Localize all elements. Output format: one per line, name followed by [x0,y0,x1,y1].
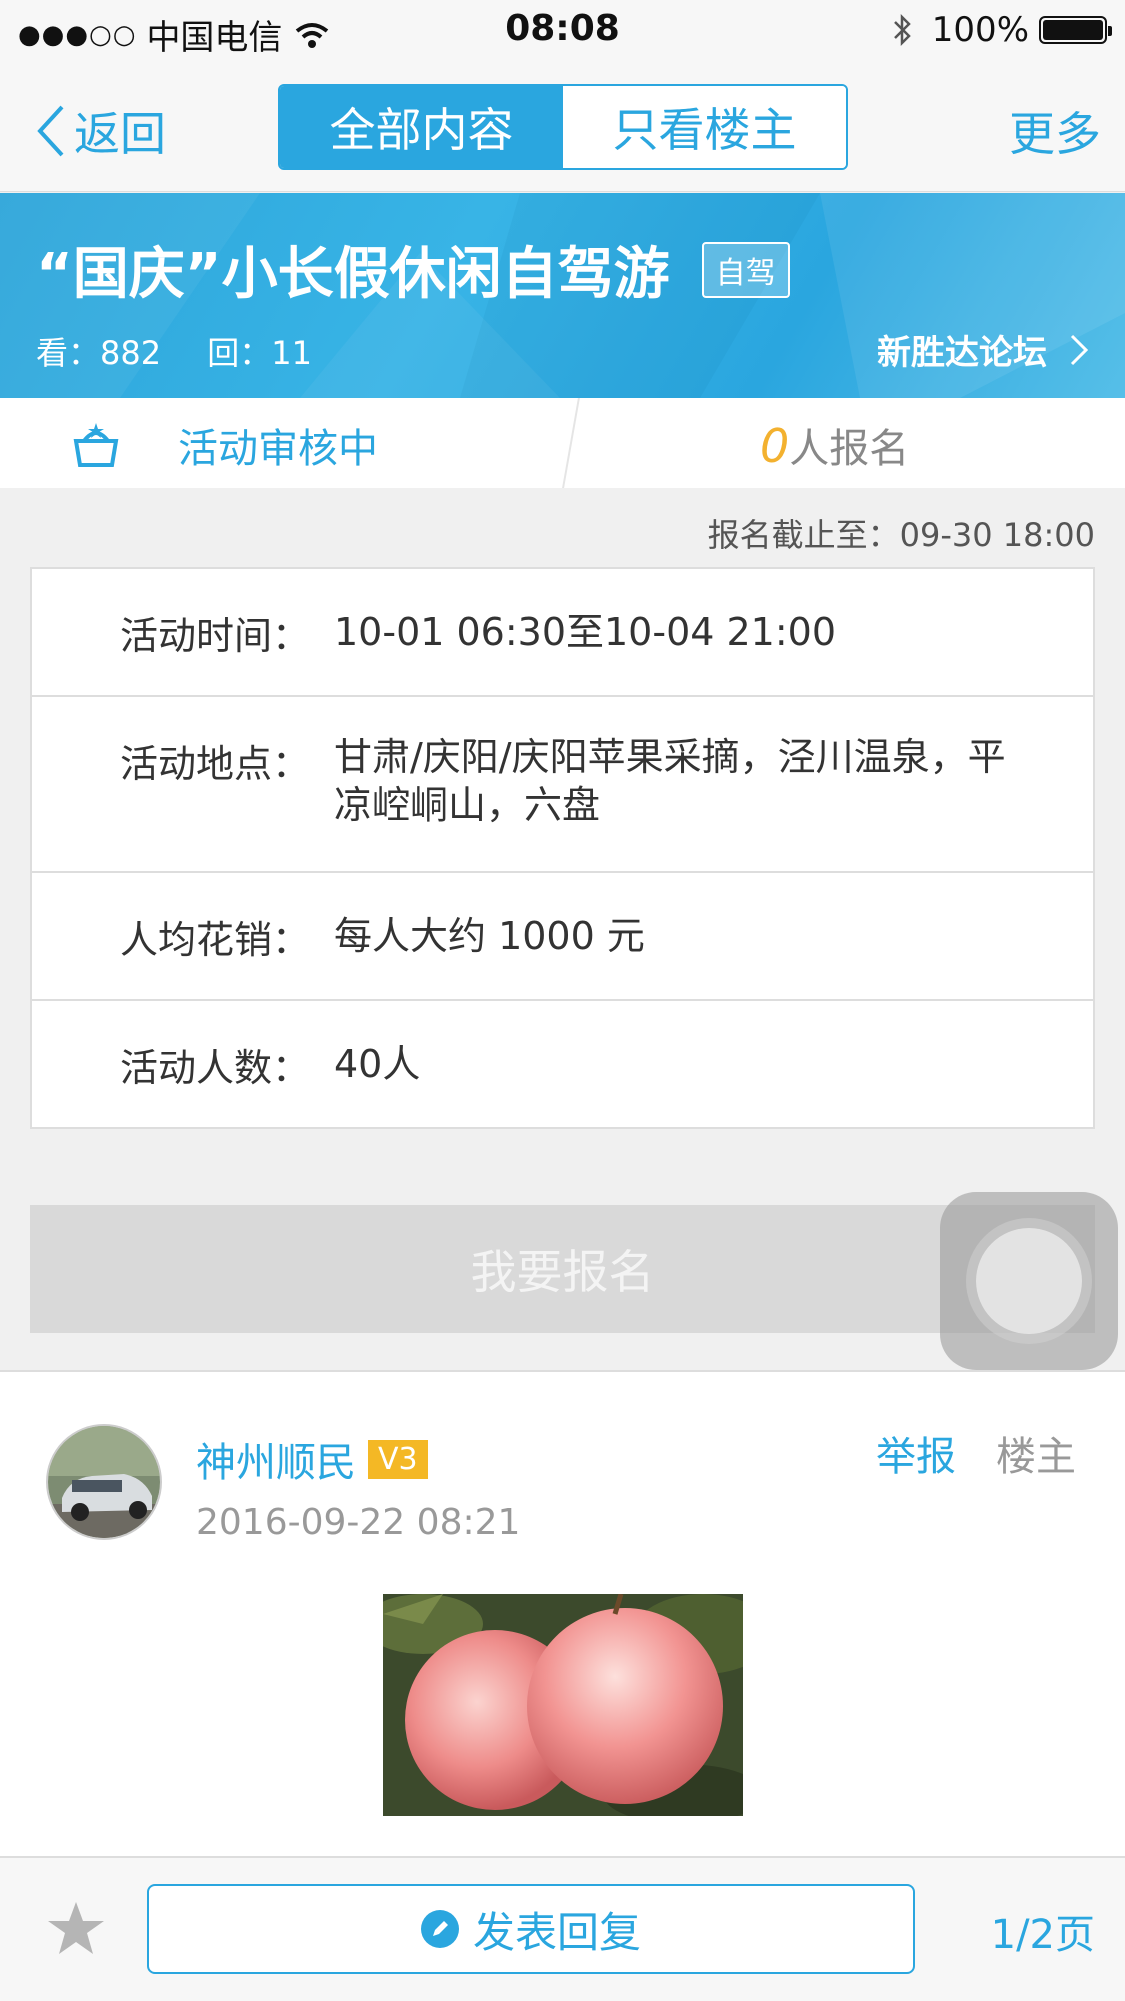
report-button[interactable]: 举报 [876,1424,956,1482]
author-info: 神州顺民 V3 [196,1430,428,1488]
bottom-toolbar: 发表回复 1/2页 [0,1856,1125,2001]
thread-post: 神州顺民 V3 2016-09-22 08:21 举报 楼主 [0,1370,1125,1856]
activity-status-bar: 活动审核中 0人报名 [0,398,1125,488]
info-label: 活动地点： [120,742,311,786]
info-value: 每人大约 1000 元 [334,914,645,958]
status-bar: ●●●○○ 中国电信 08:08 100% [0,0,1125,60]
basket-icon [73,423,119,467]
forum-name: 新胜达论坛 [877,333,1047,373]
page-indicator[interactable]: 1/2页 [991,1902,1095,1960]
info-row-time: 活动时间： 10-01 06:30至10-04 21:00 [32,569,1093,697]
activity-status: 活动审核中 [70,416,378,474]
activity-status-text: 活动审核中 [178,426,378,472]
avatar[interactable] [46,1424,162,1540]
info-value: 10-01 06:30至10-04 21:00 [334,610,837,654]
tab-all-content[interactable]: 全部内容 [280,86,563,168]
reply-count: 回：11 [207,334,312,372]
author-name[interactable]: 神州顺民 [196,1430,356,1488]
star-icon [48,1902,104,1954]
reply-label: 发表回复 [472,1907,641,1957]
signup-deadline: 报名截止至：09-30 18:00 [707,516,1095,554]
signup-count-label: 人报名 [789,426,910,472]
info-row-capacity: 活动人数： 40人 [32,1001,1093,1127]
signup-count: 0人报名 [760,416,909,474]
info-label: 活动人数： [120,1045,311,1090]
apple-photo[interactable] [383,1594,743,1816]
chevron-left-icon [37,105,64,157]
info-row-location: 活动地点： 甘肃/庆阳/庆阳苹果采摘，泾川温泉，平凉崆峒山，六盘 [32,697,1093,873]
pencil-icon [420,1910,459,1948]
category-tag: 自驾 [701,241,790,298]
info-row-cost: 人均花销： 每人大约 1000 元 [32,873,1093,1001]
info-label: 活动时间： [120,613,311,658]
level-badge: V3 [368,1439,428,1479]
back-button[interactable]: 返回 [36,98,166,164]
info-value: 甘肃/庆阳/庆阳苹果采摘，泾川温泉，平凉崆峒山，六盘 [334,735,1006,827]
owner-label: 楼主 [996,1434,1076,1480]
view-filter-tabs: 全部内容 只看楼主 [278,84,848,170]
thread-stats: 看：882 回：11 [36,328,348,374]
signup-count-number: 0 [760,419,790,473]
tab-owner-only[interactable]: 只看楼主 [563,86,846,168]
info-label: 人均花销： [120,917,311,962]
view-count: 看：882 [36,334,162,372]
signup-button[interactable]: 我要报名 [30,1205,1095,1333]
more-button[interactable]: 更多 [1009,98,1101,164]
reply-button[interactable]: 发表回复 [147,1884,915,1974]
divider [562,398,580,488]
post-date: 2016-09-22 08:21 [196,1502,521,1543]
info-value: 40人 [334,1042,421,1086]
assistive-touch-button[interactable] [940,1192,1118,1370]
bluetooth-icon [893,13,911,47]
forum-link[interactable]: 新胜达论坛 [877,325,1089,374]
battery-percent: 100% [931,10,1029,50]
status-right: 100% [892,10,1112,50]
thread-header-banner: “国庆”小长假休闲自驾游 自驾 看：882 回：11 新胜达论坛 [0,193,1125,398]
battery-icon [1039,16,1112,44]
thread-title: “国庆”小长假休闲自驾游 [36,242,670,307]
back-label: 返回 [74,107,166,161]
activity-info-card: 活动时间： 10-01 06:30至10-04 21:00 活动地点： 甘肃/庆… [30,567,1095,1129]
title-row: “国庆”小长假休闲自驾游 自驾 [36,229,790,310]
navigation-bar: 返回 全部内容 只看楼主 更多 [0,60,1125,192]
favorite-button[interactable] [46,1900,106,1962]
chevron-right-icon [1070,334,1089,365]
